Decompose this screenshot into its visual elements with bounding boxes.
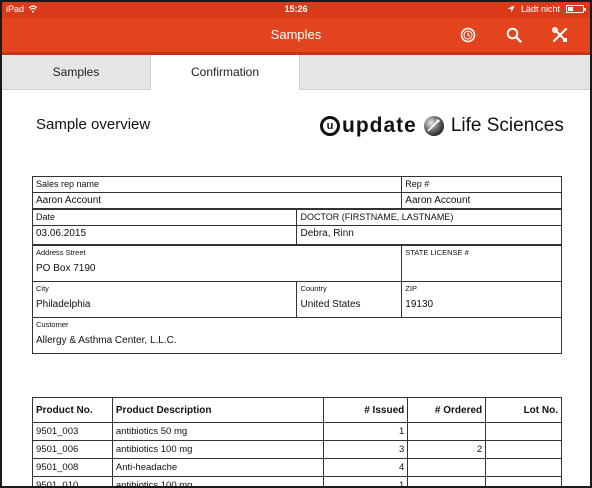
license-value (401, 261, 562, 282)
products-table: Product No. Product Description # Issued… (32, 397, 562, 486)
table-row[interactable]: 9501_003 antibiotics 50 mg 1 (32, 422, 562, 441)
tab-bar: Samples Confirmation (2, 55, 590, 90)
lot-no-cell (485, 458, 562, 477)
description-cell: Anti-headache (111, 458, 325, 477)
charging-status: Lädt nicht (520, 4, 560, 14)
rep-number-value: Aaron Account (401, 192, 562, 210)
customer-value: Allergy & Asthma Center, L.L.C. (32, 333, 562, 354)
date-value: 03.06.2015 (31, 224, 298, 246)
tab-samples[interactable]: Samples (2, 55, 150, 89)
col-product-no: Product No. (32, 397, 113, 423)
battery-icon (566, 5, 586, 13)
status-bar: iPad 15:26 Lädt nicht (2, 2, 590, 18)
issued-cell: 4 (323, 458, 409, 477)
address-label: Address Street (31, 244, 403, 261)
search-icon[interactable] (502, 24, 526, 46)
logo-orb-icon (423, 116, 444, 136)
app-frame: iPad 15:26 Lädt nicht Samples Samples Co… (0, 0, 592, 488)
clock-icon[interactable] (456, 24, 480, 46)
table-row[interactable]: 9501_010 antibiotics 100 mg 1 (32, 476, 562, 486)
description-cell: antibiotics 100 mg (111, 476, 325, 486)
doctor-label: DOCTOR (FIRSTNAME, LASTNAME) (296, 208, 562, 226)
nav-actions (456, 24, 572, 46)
product-no-cell: 9501_006 (32, 440, 113, 459)
issued-cell: 3 (323, 440, 409, 459)
ordered-cell: 2 (407, 440, 487, 459)
page-title: Sample overview (36, 116, 151, 133)
product-no-cell: 9501_003 (32, 422, 113, 441)
product-no-cell: 9501_010 (32, 476, 113, 486)
logo-u-mark: u (320, 116, 340, 136)
table-row[interactable]: 9501_008 Anti-headache 4 (32, 458, 562, 477)
lot-no-cell (485, 440, 562, 459)
issued-cell: 1 (323, 476, 409, 486)
logo-text-update: update (342, 114, 417, 137)
status-right: Lädt nicht (507, 4, 586, 14)
location-arrow-icon (507, 5, 515, 13)
customer-label: Customer (32, 316, 562, 333)
products-header-row: Product No. Product Description # Issued… (32, 397, 562, 423)
ordered-cell (407, 422, 487, 441)
tab-confirmation[interactable]: Confirmation (150, 55, 300, 90)
issued-cell: 1 (323, 422, 409, 441)
zip-value: 19130 (401, 297, 562, 318)
tools-icon[interactable] (548, 24, 572, 46)
zip-label: ZIP (401, 280, 562, 297)
city-label: City (31, 280, 298, 297)
country-label: Country (296, 280, 403, 297)
nav-bar: Samples (2, 18, 590, 55)
status-time: 15:26 (284, 4, 308, 14)
company-logo: u update Life Sciences (320, 110, 564, 142)
date-label: Date (31, 208, 298, 226)
table-row[interactable]: 9501_006 antibiotics 100 mg 3 2 (32, 440, 562, 459)
lot-no-cell (485, 422, 562, 441)
city-value: Philadelphia (31, 297, 298, 318)
lot-no-cell (485, 476, 562, 486)
col-ordered: # Ordered (407, 397, 487, 423)
confirmation-content: Sample overview u update Life Sciences S… (2, 90, 590, 486)
sales-rep-label: Sales rep name (31, 176, 403, 193)
doctor-value: Debra, Rinn (296, 224, 562, 246)
col-issued: # Issued (323, 397, 409, 423)
col-description: Product Description (111, 397, 325, 423)
description-cell: antibiotics 50 mg (111, 422, 325, 441)
col-lot-no: Lot No. (485, 397, 562, 423)
description-cell: antibiotics 100 mg (111, 440, 325, 459)
product-no-cell: 9501_008 (32, 458, 113, 477)
country-value: United States (296, 297, 403, 318)
address-value: PO Box 7190 (31, 261, 403, 282)
license-label: STATE LICENSE # (401, 244, 562, 261)
logo-text-life-sciences: Life Sciences (450, 115, 564, 136)
visit-info-table: Sales rep name Rep # Aaron Account Aaron… (31, 176, 562, 354)
ordered-cell (407, 476, 487, 486)
rep-number-label: Rep # (401, 176, 562, 193)
sales-rep-value: Aaron Account (31, 192, 403, 210)
ordered-cell (407, 458, 487, 477)
